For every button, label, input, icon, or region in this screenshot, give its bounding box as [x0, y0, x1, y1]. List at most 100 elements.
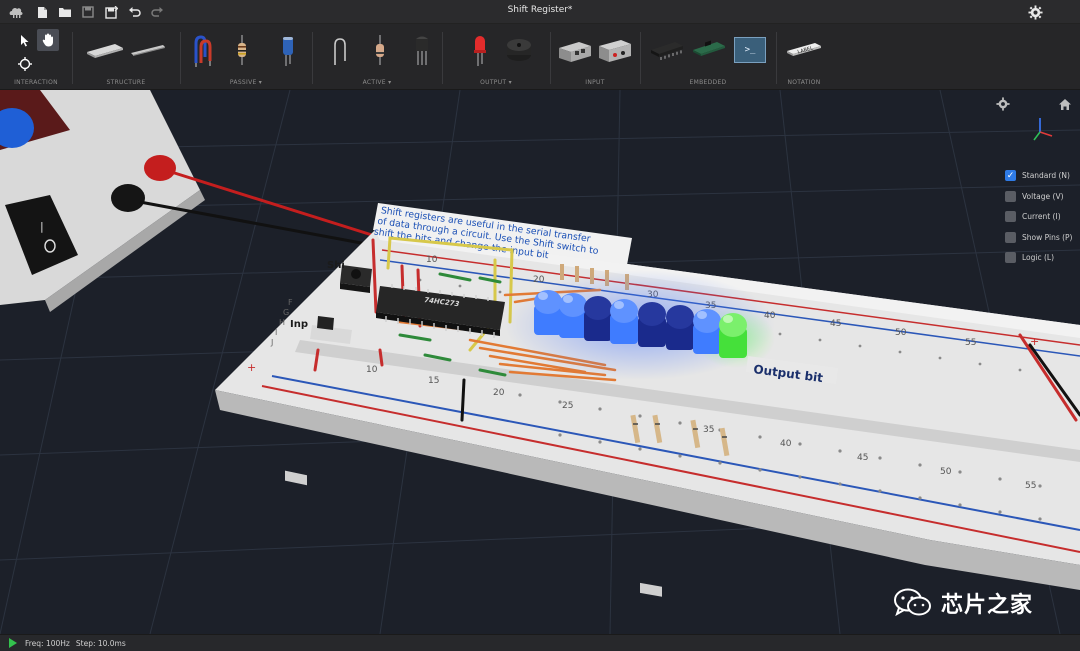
transistor-tool[interactable]: [410, 32, 434, 68]
passive-group: PASSIVE ▾: [180, 24, 312, 90]
svg-text:20: 20: [493, 388, 505, 398]
led-1[interactable]: [534, 290, 562, 335]
input-label: INPUT: [585, 79, 605, 86]
checkbox-show-pins[interactable]: [1005, 232, 1016, 243]
active-label[interactable]: ACTIVE ▾: [312, 79, 442, 86]
svg-text:I: I: [275, 328, 277, 337]
svg-text:F: F: [288, 298, 293, 307]
embedded-label: EMBEDDED: [689, 79, 727, 86]
title-bar: Shift Register*: [0, 0, 1080, 24]
function-generator-tool[interactable]: [596, 34, 634, 66]
output-label[interactable]: OUTPUT ▾: [442, 79, 550, 86]
structure-group: STRUCTURE: [72, 24, 180, 90]
play-icon[interactable]: [9, 638, 17, 648]
svg-text:45: 45: [830, 319, 841, 329]
terminal-prompt: >_: [744, 45, 756, 55]
svg-text:20: 20: [533, 275, 545, 285]
app-window: Shift Register* INTERACTION STRUCTURE PA…: [0, 0, 1080, 651]
axis-gizmo-icon[interactable]: [1030, 116, 1056, 142]
status-bar: Freq: 100Hz Step: 10.0ms: [0, 634, 1080, 651]
crosshair-tool[interactable]: [15, 54, 35, 74]
home-view-icon[interactable]: [1057, 96, 1073, 112]
option-voltage-label: Voltage (V): [1022, 192, 1064, 201]
breadboard-tool[interactable]: [84, 38, 126, 62]
checkbox-standard[interactable]: ✓: [1005, 170, 1016, 181]
switch-mark-one: |: [40, 220, 44, 233]
svg-text:35: 35: [703, 425, 714, 435]
watermark-text: 芯片之家: [941, 593, 1034, 618]
notation-label: NOTATION: [787, 79, 821, 86]
resistor-tool[interactable]: [230, 32, 254, 68]
svg-text:50: 50: [940, 467, 952, 477]
microcontroller-board-tool[interactable]: [690, 36, 728, 64]
view-settings-gear-icon[interactable]: [995, 96, 1011, 112]
svg-text:50: 50: [895, 328, 907, 338]
led-2[interactable]: [559, 293, 587, 338]
checkbox-current[interactable]: [1005, 211, 1016, 222]
label-tag-text: LABEL: [797, 45, 814, 55]
view-option-current[interactable]: Current (I): [1005, 211, 1061, 222]
power-supply-unit[interactable]: |: [0, 90, 205, 312]
view-option-voltage[interactable]: Voltage (V): [1005, 191, 1064, 202]
active-group: ACTIVE ▾: [312, 24, 442, 90]
settings-gear-icon[interactable]: [1027, 4, 1043, 20]
capacitor-tool[interactable]: [276, 32, 300, 68]
svg-text:H: H: [279, 318, 285, 327]
diode-body-tool[interactable]: [368, 32, 392, 68]
3d-viewport[interactable]: | F G H I J 10 20 45 50 55 10 15 20 25 3…: [0, 90, 1080, 634]
window-title: Shift Register*: [507, 5, 573, 15]
input-switch-label: Inp: [290, 319, 308, 330]
select-pointer-tool[interactable]: [15, 30, 35, 50]
svg-text:25: 25: [562, 401, 573, 411]
buzzer-tool[interactable]: [504, 32, 534, 68]
label-tag-tool[interactable]: LABEL: [784, 38, 824, 60]
svg-text:40: 40: [780, 439, 792, 449]
embedded-group: >_ EMBEDDED: [640, 24, 776, 90]
svg-text:15: 15: [428, 376, 439, 386]
watermark: 芯片之家: [893, 587, 1033, 619]
terminal-tool[interactable]: >_: [734, 37, 766, 63]
red-terminal[interactable]: [144, 155, 176, 181]
component-toolbar: INTERACTION STRUCTURE PASSIVE ▾ ACTIVE ▾…: [0, 24, 1080, 90]
option-show-pins-label: Show Pins (P): [1022, 233, 1073, 242]
step-readout: Step: 10.0ms: [75, 638, 126, 648]
notation-group: LABEL NOTATION: [776, 24, 832, 90]
led-8-output[interactable]: [719, 313, 747, 358]
svg-text:G: G: [283, 308, 289, 317]
led-7[interactable]: [693, 309, 721, 354]
led-4[interactable]: [610, 299, 638, 344]
led-5[interactable]: [638, 302, 666, 347]
input-group: INPUT: [550, 24, 640, 90]
frequency-readout: Freq: 100Hz: [25, 638, 70, 648]
view-option-logic[interactable]: Logic (L): [1005, 252, 1054, 263]
wire-strip-tool[interactable]: [128, 38, 168, 62]
svg-text:10: 10: [366, 365, 378, 375]
diode-tool[interactable]: [328, 32, 352, 68]
shift-button-label: Shi: [327, 260, 345, 271]
checkbox-voltage[interactable]: [1005, 191, 1016, 202]
black-terminal[interactable]: [111, 184, 145, 212]
led-tool[interactable]: [468, 32, 492, 68]
ic-chip-tool[interactable]: [648, 36, 686, 64]
option-standard-label: Standard (N): [1022, 171, 1070, 180]
wire-jumper-tool[interactable]: [190, 32, 216, 68]
led-6[interactable]: [666, 305, 694, 350]
hand-tool[interactable]: [37, 29, 59, 51]
option-logic-label: Logic (L): [1022, 253, 1055, 262]
led-3[interactable]: [584, 296, 612, 341]
rail-plus-marker: +: [247, 361, 256, 374]
view-option-show-pins[interactable]: Show Pins (P): [1005, 232, 1072, 243]
power-supply-tool[interactable]: [556, 34, 594, 66]
passive-label[interactable]: PASSIVE ▾: [180, 79, 312, 86]
wechat-logo-icon: [894, 588, 931, 617]
option-current-label: Current (I): [1022, 212, 1061, 221]
svg-text:10: 10: [426, 255, 438, 265]
svg-text:45: 45: [857, 453, 868, 463]
svg-text:55: 55: [1025, 481, 1036, 491]
interaction-group: INTERACTION: [0, 24, 72, 90]
interaction-label: INTERACTION: [14, 79, 58, 86]
checkbox-logic[interactable]: [1005, 252, 1016, 263]
view-option-standard[interactable]: ✓ Standard (N): [1005, 170, 1070, 181]
output-group: OUTPUT ▾: [442, 24, 550, 90]
scene-canvas[interactable]: | F G H I J 10 20 45 50 55 10 15 20 25 3…: [0, 90, 1080, 634]
